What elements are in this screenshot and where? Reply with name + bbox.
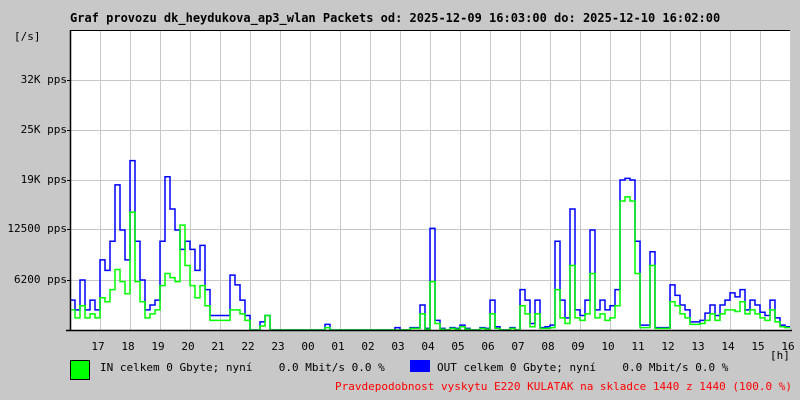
y-axis-unit: [/s] — [14, 30, 41, 43]
out-legend-text: OUT celkem 0 Gbyte; nyní 0.0 Mbit/s 0.0 … — [437, 361, 729, 374]
out-legend-swatch — [410, 360, 430, 372]
x-tick-label: 19 — [151, 340, 165, 353]
y-tick-label: 19K pps — [20, 173, 67, 186]
x-tick-label: 01 — [331, 340, 345, 353]
x-tick-label: 08 — [541, 340, 555, 353]
x-tick-label: 03 — [391, 340, 405, 353]
x-tick-label: 12 — [661, 340, 675, 353]
x-tick-label: 02 — [361, 340, 375, 353]
x-tick-label: 13 — [691, 340, 705, 353]
x-tick-label: 18 — [121, 340, 135, 353]
x-tick-label: 23 — [271, 340, 285, 353]
x-tick-label: 00 — [301, 340, 315, 353]
in-legend-text: IN celkem 0 Gbyte; nyní 0.0 Mbit/s 0.0 % — [100, 361, 385, 374]
x-tick-label: 05 — [451, 340, 465, 353]
x-tick-label: 11 — [631, 340, 645, 353]
x-tick-label: 06 — [481, 340, 495, 353]
y-tick-label: 12500 pps — [7, 222, 67, 236]
x-tick-label: 07 — [511, 340, 525, 353]
footer-note: Pravdepodobnost vyskytu E220 KULATAK na … — [335, 380, 792, 393]
traffic-graph: Graf provozu dk_heydukova_ap3_wlan Packe… — [0, 0, 800, 400]
y-tick-label: 6200 pps — [14, 273, 67, 286]
x-tick-label: 09 — [571, 340, 585, 353]
x-tick-label: 17 — [91, 340, 105, 353]
x-tick-label: 15 — [751, 340, 765, 353]
x-axis-unit: [h] — [770, 349, 790, 362]
x-tick-label: 21 — [211, 340, 225, 353]
x-tick-label: 04 — [421, 340, 435, 353]
y-tick-label: 25K pps — [20, 123, 67, 136]
in-legend-swatch — [70, 360, 90, 380]
x-tick-label: 14 — [721, 340, 735, 353]
x-tick-label: 20 — [181, 340, 195, 353]
y-tick-label: 32K pps — [20, 73, 67, 86]
x-tick-label: 10 — [601, 340, 615, 353]
x-tick-label: 22 — [241, 340, 255, 353]
